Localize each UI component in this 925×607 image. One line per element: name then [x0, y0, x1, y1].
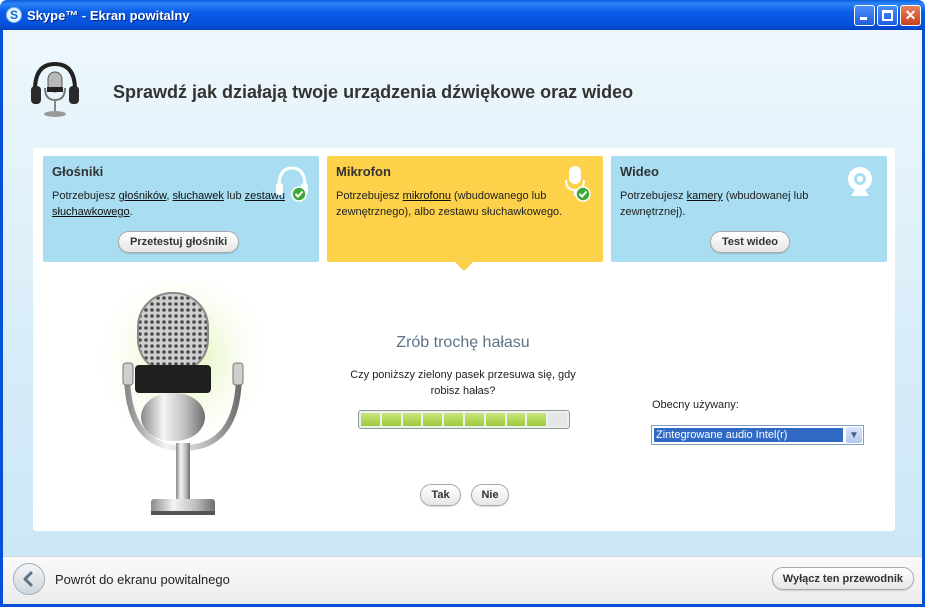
headphones-check-icon	[276, 166, 308, 202]
speakers-title: Głośniki	[52, 164, 104, 179]
microphone-text: Potrzebujesz mikrofonu (wbudowanego lub …	[336, 188, 571, 220]
microphone-check-icon	[565, 166, 591, 202]
microphone-illustration-icon	[88, 283, 278, 515]
level-segment	[485, 413, 505, 426]
footer-bar: Powrót do ekranu powitalnego Wyłącz ten …	[3, 556, 922, 604]
no-button[interactable]: Nie	[471, 484, 509, 506]
window-body: Sprawdź jak działają twoje urządzenia dź…	[0, 30, 925, 607]
make-noise-title: Zrób trochę hałasu	[396, 334, 530, 351]
level-segment	[361, 413, 380, 426]
camera-link[interactable]: kamery	[687, 190, 723, 202]
minimize-button[interactable]	[854, 5, 875, 26]
speakers-text: Potrzebujesz głośników, słuchawek lub ze…	[52, 188, 287, 220]
speakers-sep-2: lub	[223, 190, 245, 202]
level-segment	[402, 413, 422, 426]
microphone-card[interactable]: Mikrofon Potrzebujesz mikrofonu (wbudowa…	[327, 156, 603, 262]
back-button[interactable]	[13, 563, 45, 595]
mic-level-meter	[358, 410, 570, 429]
maximize-button[interactable]	[877, 5, 898, 26]
arrow-left-icon	[23, 571, 33, 587]
yes-button[interactable]: Tak	[420, 484, 461, 506]
video-title: Wideo	[620, 164, 659, 179]
selected-card-pointer	[455, 262, 473, 271]
video-text: Potrzebujesz kamery (wbudowanej lub zewn…	[620, 188, 855, 220]
window-title: Skype™ - Ekran powitalny	[27, 7, 190, 23]
test-speakers-button[interactable]: Przetestuj głośniki	[118, 231, 240, 253]
speakers-card[interactable]: Głośniki Potrzebujesz głośników, słuchaw…	[43, 156, 319, 262]
video-card[interactable]: Wideo Potrzebujesz kamery (wbudowanej lu…	[611, 156, 887, 262]
microphone-text-prefix: Potrzebujesz	[336, 190, 403, 202]
level-segment	[506, 413, 526, 426]
current-device-label: Obecny używany:	[652, 399, 739, 411]
page-title: Sprawdź jak działają twoje urządzenia dź…	[113, 82, 634, 102]
minimize-icon	[860, 17, 867, 20]
test-video-button[interactable]: Test wideo	[710, 231, 791, 253]
close-icon: ✕	[904, 7, 917, 23]
speakers-link[interactable]: głośników	[119, 190, 167, 202]
title-bar[interactable]: S Skype™ - Ekran powitalny ✕	[0, 0, 925, 30]
skype-logo-icon: S	[6, 7, 22, 23]
level-segment	[444, 413, 463, 426]
microphone-title: Mikrofon	[336, 164, 391, 179]
chevron-down-icon[interactable]: ▼	[846, 427, 862, 443]
level-segment	[423, 413, 443, 426]
video-text-prefix: Potrzebujesz	[620, 190, 687, 202]
webcam-icon	[848, 167, 872, 196]
level-segment	[527, 413, 547, 426]
speakers-text-prefix: Potrzebujesz	[52, 190, 119, 202]
microphone-device-select[interactable]: Zintegrowane audio Intel(r) ▼	[651, 425, 864, 445]
devices-panel: Głośniki Potrzebujesz głośników, słuchaw…	[33, 148, 895, 531]
close-button[interactable]: ✕	[900, 5, 921, 26]
level-question: Czy poniższy zielony pasek przesuwa się,…	[350, 369, 576, 397]
level-segment	[548, 413, 567, 426]
headphones-link[interactable]: słuchawek	[172, 190, 223, 202]
level-segment	[464, 413, 484, 426]
maximize-icon	[882, 10, 893, 21]
exit-wizard-button[interactable]: Wyłącz ten przewodnik	[771, 567, 914, 590]
selected-device-value: Zintegrowane audio Intel(r)	[654, 428, 843, 442]
level-segment	[381, 413, 401, 426]
back-to-welcome-link[interactable]: Powrót do ekranu powitalnego	[55, 572, 230, 587]
microphone-link[interactable]: mikrofonu	[403, 190, 451, 202]
speakers-text-suffix: .	[129, 206, 133, 218]
headset-icon	[31, 61, 79, 117]
